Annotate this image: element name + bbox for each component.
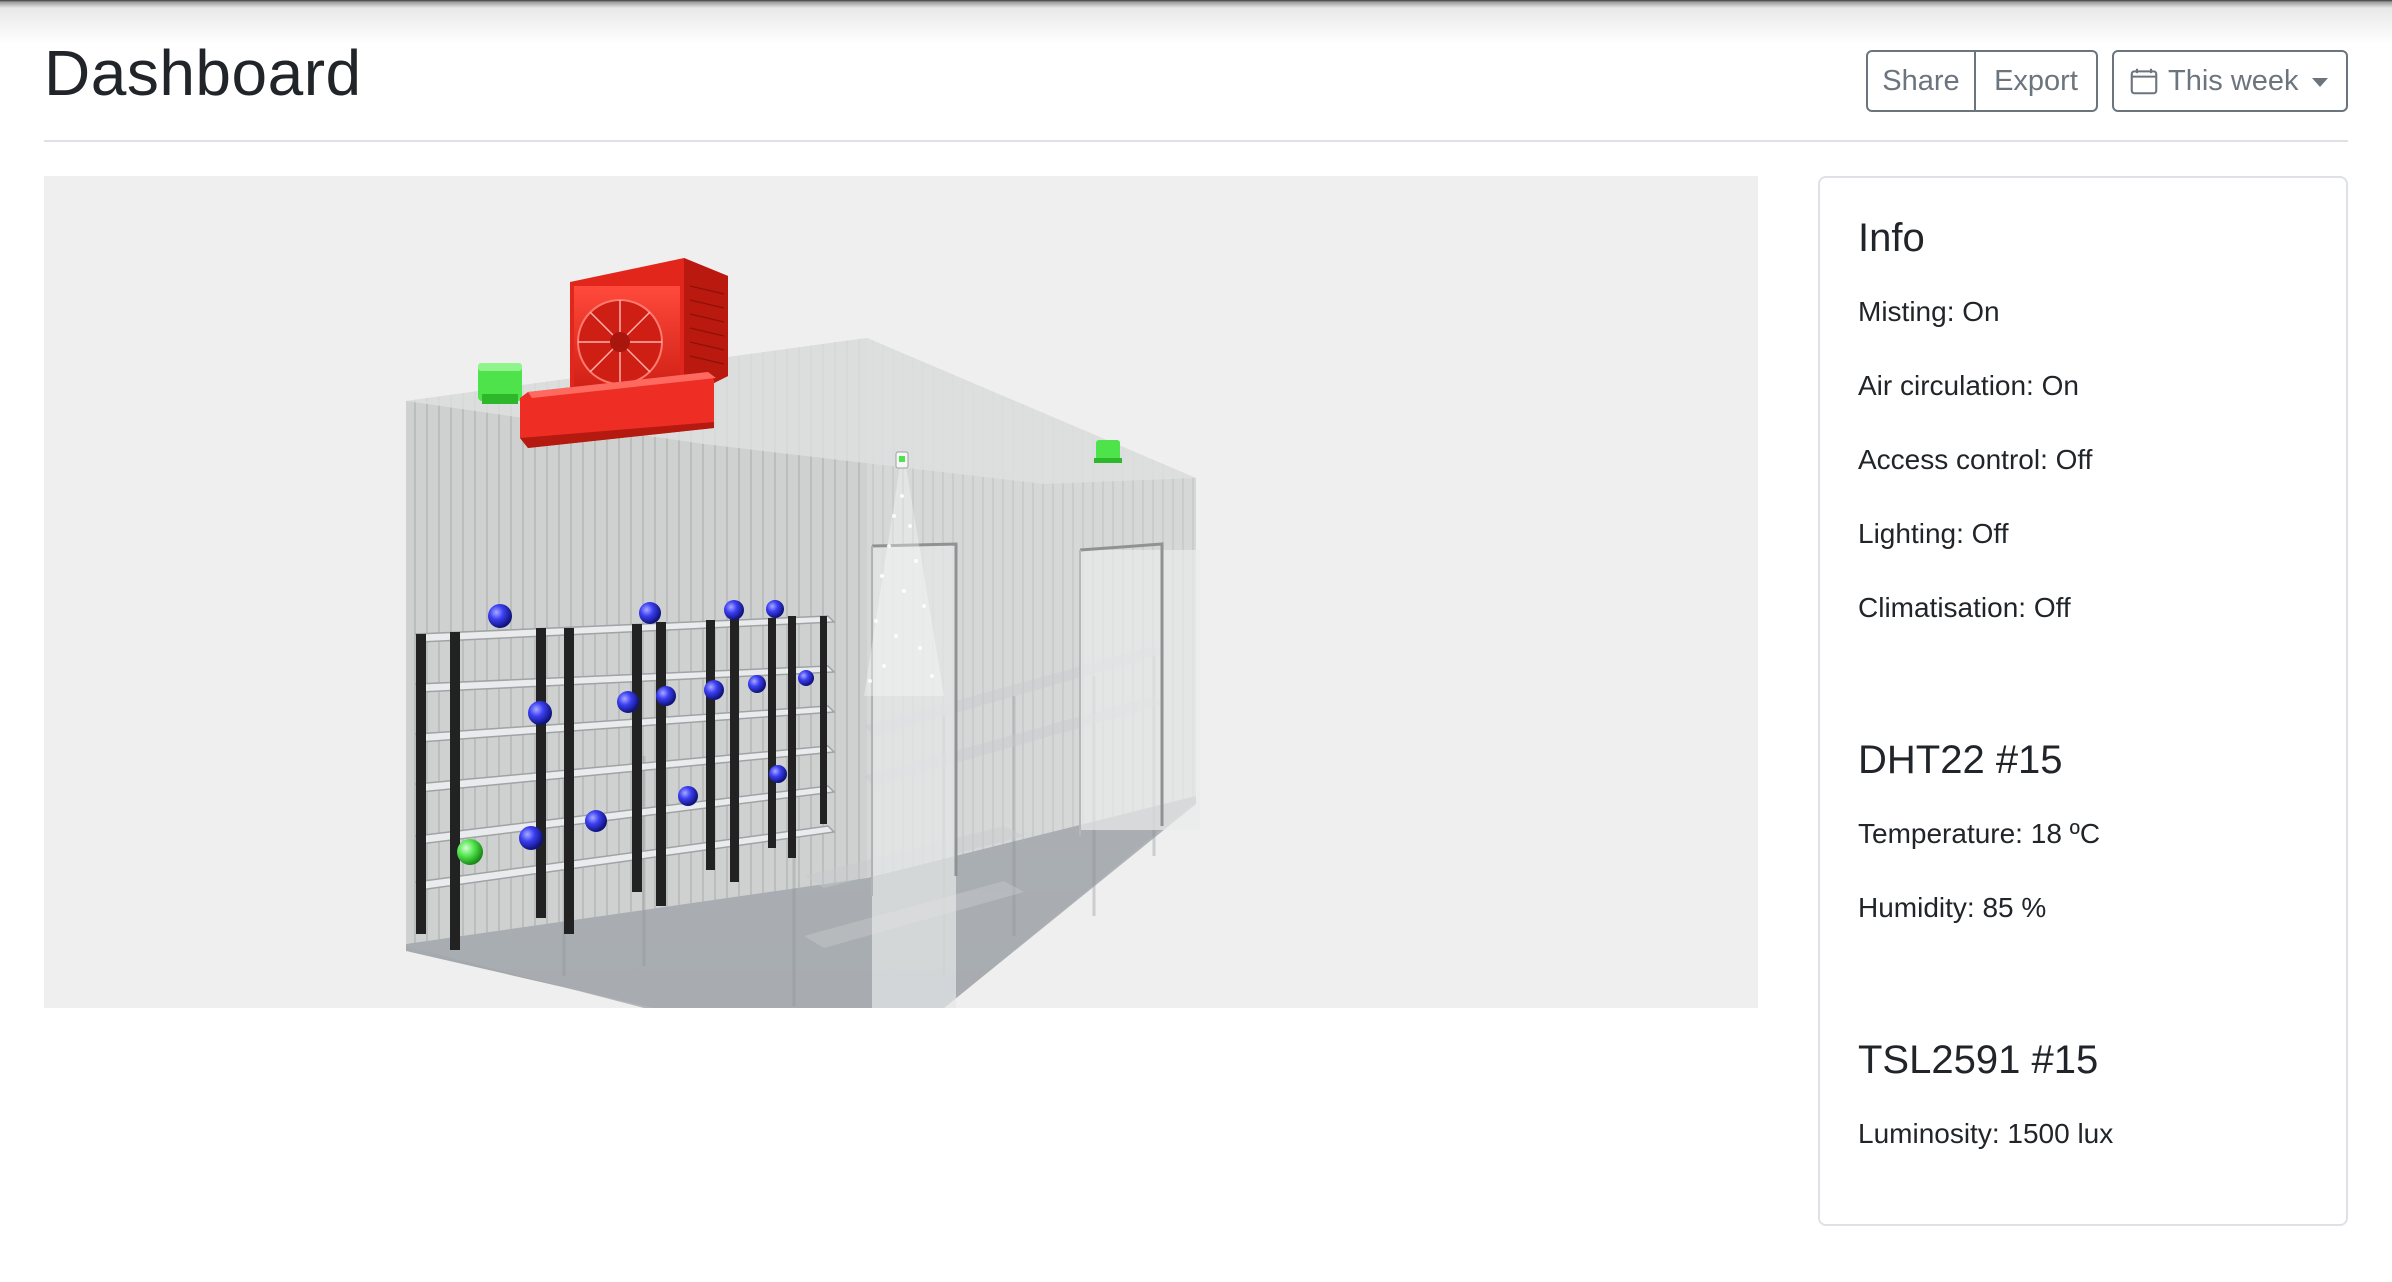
calendar-icon: [2130, 68, 2158, 95]
share-button[interactable]: Share: [1866, 50, 1976, 112]
status-access-control: Access control: Off: [1858, 444, 2093, 475]
status-air-circulation: Air circulation: On: [1858, 370, 2079, 401]
export-button[interactable]: Export: [1976, 50, 2098, 112]
status-climatisation: Climatisation: Off: [1858, 592, 2071, 623]
info-panel: Info Misting: On Air circulation: On Acc…: [1818, 176, 2348, 1226]
greenhouse-illustration: [406, 258, 1200, 1008]
tsl2591-luminosity: Luminosity: 1500 lux: [1858, 1118, 2114, 1149]
page-header: Dashboard Share Export This week: [44, 30, 2348, 142]
date-range-label: This week: [2168, 64, 2299, 97]
dht22-temperature: Temperature: 18 ºC: [1858, 818, 2101, 849]
page-title: Dashboard: [44, 37, 362, 109]
greenhouse-3d-view[interactable]: [44, 176, 1758, 1008]
tsl2591-title: TSL2591 #15: [1858, 1038, 2099, 1082]
status-lighting: Lighting: Off: [1858, 518, 2009, 549]
dht22-humidity: Humidity: 85 %: [1858, 892, 2047, 923]
chevron-down-icon: [2312, 78, 2328, 87]
dht22-title: DHT22 #15: [1858, 738, 2063, 782]
date-range-dropdown[interactable]: This week: [2112, 50, 2348, 112]
share-export-group: Share Export: [1866, 50, 2098, 112]
status-misting: Misting: On: [1858, 296, 2000, 327]
info-title: Info: [1858, 216, 1925, 260]
